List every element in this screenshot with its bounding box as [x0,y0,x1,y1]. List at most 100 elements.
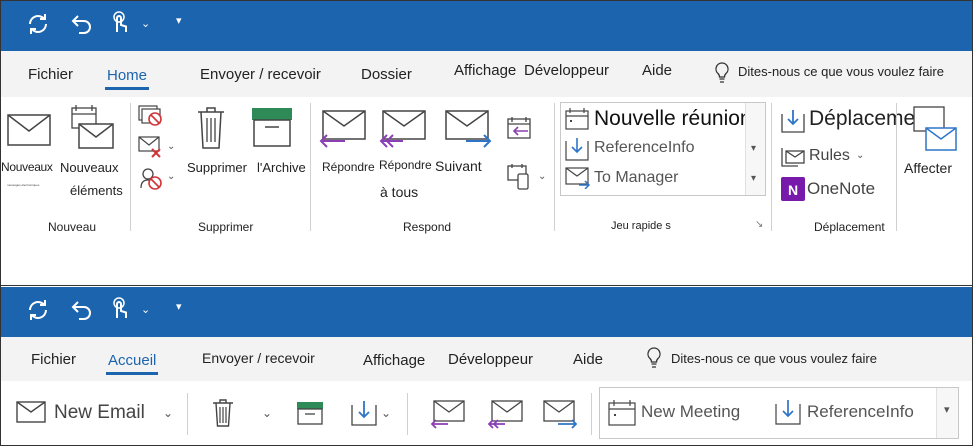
sync-icon[interactable] [25,11,51,37]
separator [554,103,555,231]
tab-view[interactable]: Affichage [454,62,516,79]
reply-all-label-1[interactable]: Répondre [379,158,432,172]
reply-label[interactable]: Répondre [322,160,375,174]
chevron-down-icon[interactable]: ⌄ [538,171,546,182]
separator [407,393,408,435]
chevron-down-icon[interactable]: ⌄ [167,141,175,152]
quick-step-new-meeting[interactable]: Nouvelle réunion [561,105,752,133]
junk-icon[interactable] [138,166,164,192]
chevron-down-icon[interactable]: ⌄ [856,150,864,161]
menu-bar-2: Fichier Accueil Envoyer / recevoir Affic… [1,337,972,381]
new-email-button[interactable]: New Email [54,402,145,424]
group-label-respond: Respond [403,220,452,234]
rules-icon[interactable] [780,145,806,169]
move-icon[interactable] [775,398,801,431]
reply-all-icon[interactable] [487,400,523,430]
quick-step-reference-info[interactable]: ReferenceInfo [561,135,743,163]
undo-icon[interactable] [69,11,95,37]
more-respond-icon[interactable] [506,164,532,190]
trash-icon[interactable] [212,398,234,428]
gallery-expand-button[interactable]: ▾ [936,388,958,438]
tab-home[interactable]: Home [104,67,150,90]
chevron-down-icon[interactable]: ⌄ [167,171,175,182]
quick-steps-gallery-2: New Meeting ReferenceInfo ▾ [599,387,959,439]
onenote-label[interactable]: OneNote [807,179,875,199]
quick-steps-gallery: Nouvelle réunion ReferenceInfo To Manage… [560,102,766,196]
archive-icon[interactable] [296,401,324,425]
new-items-label-1[interactable]: Nouveaux [60,160,119,175]
new-items-icon[interactable] [69,104,115,150]
assign-policy-icon[interactable] [913,106,957,156]
archive-label[interactable]: l'Archive [257,160,306,175]
delete-label[interactable]: Supprimer [187,160,247,175]
gallery-expand-icon[interactable]: ▾ [751,173,756,184]
dialog-launcher-icon[interactable]: ↘ [755,219,763,230]
undo-icon[interactable] [69,297,95,323]
tab-developer[interactable]: Développeur [524,62,609,79]
spacer-area [1,234,972,286]
quick-step-new-meeting-label: Nouvelle réunion [594,107,752,130]
quick-step-reference-info[interactable]: ReferenceInfo [807,402,914,422]
separator [591,393,592,435]
gallery-expand-icon[interactable]: ▾ [944,403,950,416]
new-email-icon[interactable] [7,114,51,146]
archive-icon[interactable] [251,107,293,147]
tab-fichier[interactable]: Fichier [31,351,76,368]
quick-access-toolbar-2: ⌄ ▾ [1,287,972,337]
customize-qat-icon[interactable]: ▾ [176,14,182,27]
forward-label[interactable]: Suivant [435,158,482,174]
new-email-icon[interactable] [16,401,46,423]
quick-access-toolbar: ⌄ ▾ [1,1,972,51]
chevron-down-icon[interactable]: ⌄ [381,406,391,420]
chevron-down-icon[interactable]: ⌄ [141,303,150,316]
tab-accueil[interactable]: Accueil [105,352,159,375]
rules-label[interactable]: Rules [809,147,850,165]
separator [771,103,772,231]
chevron-down-icon[interactable]: ⌄ [141,17,150,30]
reply-icon[interactable] [319,109,367,149]
lightbulb-icon [646,347,662,369]
trash-icon[interactable] [196,106,226,150]
meeting-reply-icon[interactable] [506,116,532,140]
reply-all-icon[interactable] [377,109,427,149]
ignore-icon[interactable] [138,105,164,127]
forward-icon[interactable] [444,109,492,149]
separator [310,103,311,231]
move-icon[interactable] [350,399,378,427]
tab-view[interactable]: Affichage [363,352,425,369]
move-icon[interactable] [780,108,806,134]
new-email-label[interactable]: Nouveaux [1,160,53,174]
sync-icon[interactable] [25,297,51,323]
tab-folder[interactable]: Dossier [361,66,412,83]
tab-help[interactable]: Aide [642,62,672,79]
reply-icon[interactable] [430,400,466,430]
tell-me-search[interactable]: Dites-nous ce que vous voulez faire [671,351,877,366]
quick-step-new-meeting[interactable]: New Meeting [641,402,740,422]
forward-icon[interactable] [542,400,578,430]
calendar-icon[interactable] [608,400,636,431]
chevron-down-icon[interactable]: ⌄ [262,406,272,420]
touch-mode-icon[interactable] [107,297,133,323]
tab-developer[interactable]: Développeur [448,351,533,368]
group-label-quick-steps: Jeu rapide s [611,220,671,232]
chevron-down-icon[interactable]: ⌄ [163,406,173,420]
tab-help[interactable]: Aide [573,351,603,368]
gallery-scrollbar[interactable]: ▾ ▾ [745,103,765,195]
svg-text:N: N [788,182,798,198]
touch-mode-icon[interactable] [107,11,133,37]
lightbulb-icon [714,62,730,84]
tab-send-receive[interactable]: Envoyer / recevoir [200,66,321,83]
cleanup-icon[interactable] [138,136,164,160]
quick-step-to-manager[interactable]: To Manager [561,165,743,193]
assign-label[interactable]: Affecter [904,160,952,176]
tell-me-search[interactable]: Dites-nous ce que vous voulez faire [738,64,944,79]
tab-send-receive[interactable]: Envoyer / recevoir [202,350,315,366]
menu-bar: Fichier Home Envoyer / recevoir Dossier … [1,51,972,97]
tab-fichier[interactable]: Fichier [28,66,73,83]
group-label-move: Déplacement [814,220,885,234]
customize-qat-icon[interactable]: ▾ [176,300,182,313]
separator [896,103,897,231]
new-email-sublabel: messages électroniques [7,183,40,187]
onenote-icon[interactable]: N [781,177,805,201]
chevron-down-icon[interactable]: ▾ [751,143,756,154]
